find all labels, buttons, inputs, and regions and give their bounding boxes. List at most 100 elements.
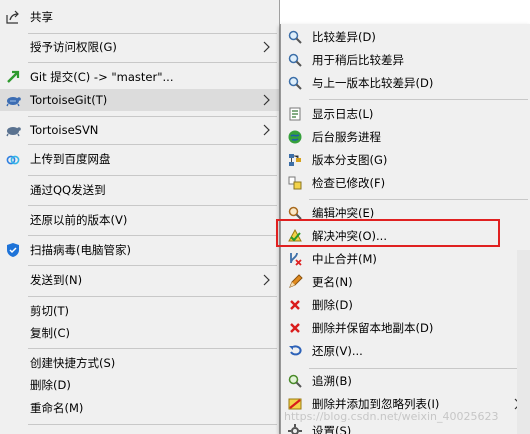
menu-item-label: Git 提交(C) -> "master"... bbox=[30, 70, 174, 84]
menu-item-label: 删除并保留本地副本(D) bbox=[312, 321, 434, 335]
separator bbox=[28, 205, 277, 206]
menu-item-label: 删除(D) bbox=[312, 298, 353, 312]
check-modifications-icon bbox=[287, 175, 303, 191]
menu-item-label: 还原(V)... bbox=[312, 344, 363, 358]
separator bbox=[309, 368, 528, 369]
baidu-cloud-icon bbox=[5, 151, 21, 167]
separator bbox=[309, 99, 528, 100]
chevron-right-icon bbox=[263, 41, 270, 53]
rename-icon bbox=[287, 274, 303, 290]
submenu-item-diff-later[interactable]: 用于稍后比较差异 bbox=[281, 49, 530, 71]
highlight-annotation-box bbox=[276, 219, 500, 247]
menu-item-label: TortoiseSVN bbox=[30, 123, 99, 137]
separator bbox=[28, 175, 277, 176]
menu-item-label: 删除(D) bbox=[30, 378, 71, 392]
menu-item-label: 设置(S) bbox=[312, 424, 352, 434]
tortoisegit-icon bbox=[5, 92, 21, 108]
menu-item-label: 还原以前的版本(V) bbox=[30, 213, 128, 227]
diff-later-icon bbox=[287, 52, 303, 68]
blame-icon bbox=[287, 373, 303, 389]
separator bbox=[28, 296, 277, 297]
menu-item-restore-versions[interactable]: 还原以前的版本(V) bbox=[0, 209, 279, 231]
separator bbox=[28, 144, 277, 145]
settings-icon bbox=[287, 423, 303, 434]
menu-item-label: 检查已修改(F) bbox=[312, 176, 386, 190]
menu-item-label: 用于稍后比较差异 bbox=[312, 53, 404, 67]
chevron-right-icon bbox=[263, 124, 270, 136]
background-scroll-area bbox=[517, 250, 530, 434]
submenu-item-daemon[interactable]: 后台服务进程 bbox=[281, 126, 530, 148]
submenu-item-delete[interactable]: 删除(D) bbox=[281, 294, 530, 316]
chevron-right-icon bbox=[263, 94, 270, 106]
menu-item-git-commit[interactable]: Git 提交(C) -> "master"... bbox=[0, 66, 279, 88]
submenu-item-diff[interactable]: 比较差异(D) bbox=[281, 26, 530, 48]
git-commit-icon bbox=[5, 69, 21, 85]
menu-item-virus-scan[interactable]: 扫描病毒(电脑管家) bbox=[0, 239, 279, 261]
menu-item-create-shortcut[interactable]: 创建快捷方式(S) bbox=[0, 352, 279, 374]
separator bbox=[309, 199, 528, 200]
menu-item-label: 后台服务进程 bbox=[312, 130, 381, 144]
submenu-item-diff-previous[interactable]: 与上一版本比较差异(D) bbox=[281, 72, 530, 94]
abort-merge-icon bbox=[287, 251, 303, 267]
separator bbox=[28, 235, 277, 236]
menu-item-label: 授予访问权限(G) bbox=[30, 40, 117, 54]
menu-item-label: 剪切(T) bbox=[30, 304, 69, 318]
menu-item-tortoisegit[interactable]: TortoiseGit(T) bbox=[0, 89, 279, 111]
menu-item-send-to[interactable]: 发送到(N) bbox=[0, 269, 279, 291]
menu-item-label: 通过QQ发送到 bbox=[30, 183, 106, 197]
menu-item-label: TortoiseGit(T) bbox=[30, 93, 108, 107]
submenu-item-rename[interactable]: 更名(N) bbox=[281, 271, 530, 293]
daemon-icon bbox=[287, 129, 303, 145]
menu-item-tortoisesvn[interactable]: TortoiseSVN bbox=[0, 119, 279, 141]
separator bbox=[28, 116, 277, 117]
menu-item-send-qq[interactable]: 通过QQ发送到 bbox=[0, 179, 279, 201]
log-icon bbox=[287, 106, 303, 122]
menu-item-label: 更名(N) bbox=[312, 275, 353, 289]
menu-item-label: 追溯(B) bbox=[312, 374, 352, 388]
menu-item-copy[interactable]: 复制(C) bbox=[0, 322, 279, 344]
diff-icon bbox=[287, 29, 303, 45]
shield-icon bbox=[5, 242, 21, 258]
delete-icon bbox=[287, 297, 303, 313]
background-window bbox=[280, 0, 530, 24]
submenu-item-revert[interactable]: 还原(V)... bbox=[281, 340, 530, 362]
submenu-item-blame[interactable]: 追溯(B) bbox=[281, 370, 530, 392]
menu-item-share[interactable]: 共享 bbox=[0, 6, 279, 28]
menu-item-label: 显示日志(L) bbox=[312, 107, 374, 121]
menu-item-label: 比较差异(D) bbox=[312, 30, 376, 44]
menu-item-label: 发送到(N) bbox=[30, 273, 83, 287]
tortoisesvn-icon bbox=[5, 122, 21, 138]
submenu-item-delete-keep-local[interactable]: 删除并保留本地副本(D) bbox=[281, 317, 530, 339]
menu-item-label: 与上一版本比较差异(D) bbox=[312, 76, 434, 90]
menu-item-label: 上传到百度网盘 bbox=[30, 152, 111, 166]
menu-item-cut[interactable]: 剪切(T) bbox=[0, 300, 279, 322]
watermark-text: https://blog.csdn.net/weixin_40025623 bbox=[284, 410, 499, 423]
chevron-right-icon bbox=[263, 274, 270, 286]
separator bbox=[28, 424, 277, 425]
menu-item-delete[interactable]: 删除(D) bbox=[0, 374, 279, 396]
menu-item-label: 中止合并(M) bbox=[312, 252, 377, 266]
menu-item-grant-access[interactable]: 授予访问权限(G) bbox=[0, 36, 279, 58]
menu-item-rename[interactable]: 重命名(M) bbox=[0, 397, 279, 419]
menu-item-label: 创建快捷方式(S) bbox=[30, 356, 116, 370]
submenu-item-revision-graph[interactable]: 版本分支图(G) bbox=[281, 149, 530, 171]
submenu-item-show-log[interactable]: 显示日志(L) bbox=[281, 103, 530, 125]
separator bbox=[28, 348, 277, 349]
share-icon bbox=[5, 9, 21, 25]
menu-item-label: 扫描病毒(电脑管家) bbox=[30, 243, 131, 257]
menu-item-label: 版本分支图(G) bbox=[312, 153, 388, 167]
revert-icon bbox=[287, 343, 303, 359]
diff-previous-icon bbox=[287, 75, 303, 91]
separator bbox=[28, 33, 277, 34]
menu-item-label: 共享 bbox=[30, 10, 53, 24]
menu-item-label: 复制(C) bbox=[30, 326, 71, 340]
delete-keep-local-icon bbox=[287, 320, 303, 336]
menu-item-label: 重命名(M) bbox=[30, 401, 84, 415]
submenu-item-check-modifications[interactable]: 检查已修改(F) bbox=[281, 172, 530, 194]
submenu-item-abort-merge[interactable]: 中止合并(M) bbox=[281, 248, 530, 270]
menu-item-baidu-upload[interactable]: 上传到百度网盘 bbox=[0, 148, 279, 170]
explorer-context-menu: 共享 授予访问权限(G) Git 提交(C) -> "master"... To… bbox=[0, 0, 280, 434]
revision-graph-icon bbox=[287, 152, 303, 168]
separator bbox=[28, 265, 277, 266]
separator bbox=[28, 62, 277, 63]
